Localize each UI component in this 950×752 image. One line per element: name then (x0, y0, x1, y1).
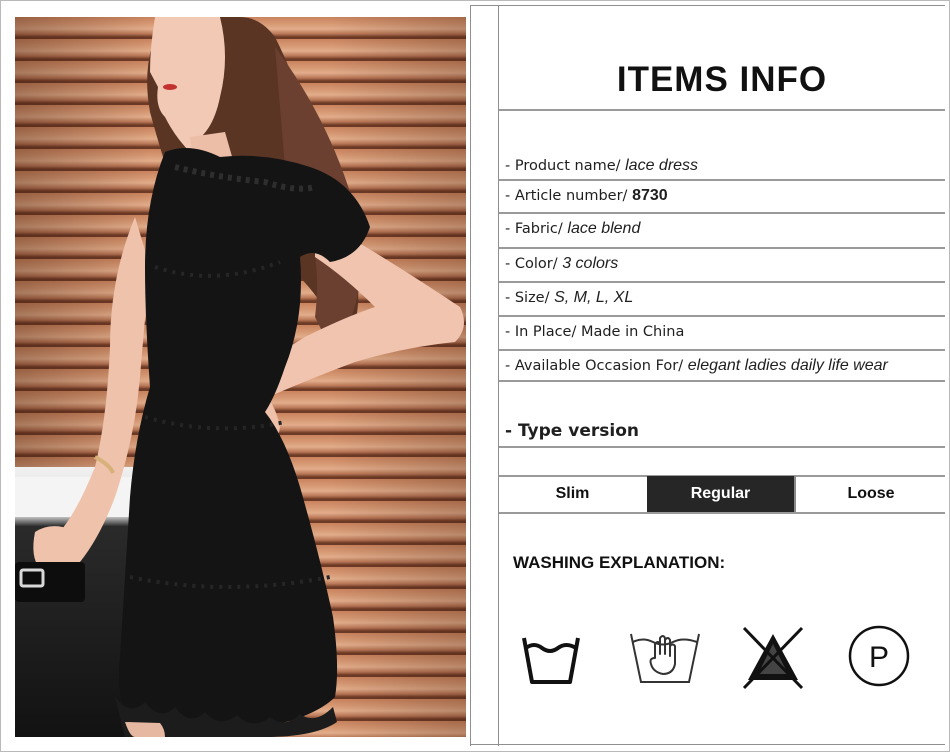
rule (499, 212, 945, 214)
spec-value: S, M, L, XL (554, 289, 634, 306)
machine-wash-icon (522, 637, 580, 684)
divider-right (498, 5, 499, 746)
rule (499, 349, 945, 351)
svg-text:P: P (869, 641, 889, 674)
model-figure (15, 17, 464, 737)
rule (499, 446, 945, 448)
professional-dry-clean-icon: P (848, 625, 910, 687)
spec-label: - Available Occasion For/ (505, 358, 688, 374)
spec-label: - Color/ (505, 256, 563, 272)
hand-wash-icon (630, 633, 700, 683)
spec-value: lace dress (625, 157, 699, 174)
rule (499, 315, 945, 317)
rule (499, 179, 945, 181)
rule (499, 247, 945, 249)
rule (499, 281, 945, 283)
spec-value: elegant ladies daily life wear (687, 357, 888, 374)
fit-option-regular: Regular (647, 476, 796, 512)
spec-label: - Size/ (505, 290, 555, 306)
washing-title: WASHING EXPLANATION: (513, 553, 726, 572)
spec-row-article-number: - Article number/ 8730 (505, 187, 668, 205)
spec-label: - Article number/ (505, 188, 633, 204)
type-version-heading: - Type version (505, 421, 639, 441)
rule (471, 5, 945, 6)
spec-value: 8730 (632, 187, 668, 204)
product-photo (15, 17, 466, 737)
spec-value: lace blend (567, 220, 641, 237)
fit-option-loose: Loose (847, 485, 895, 502)
fit-option-slim: Slim (555, 485, 590, 502)
spec-row-in-place: - In Place/ Made in China (505, 323, 684, 341)
divider-left (470, 5, 471, 746)
spec-row-occasion: - Available Occasion For/ elegant ladies… (505, 357, 888, 375)
spec-label: - In Place/ Made in China (505, 324, 685, 340)
rule (471, 744, 945, 745)
spec-value: 3 colors (562, 255, 619, 272)
items-info-title: ITEMS INFO (616, 60, 828, 99)
spec-row-size: - Size/ S, M, L, XL (505, 289, 633, 307)
spec-row-color: - Color/ 3 colors (505, 255, 618, 273)
rule (499, 380, 945, 382)
spec-row-fabric: - Fabric/ lace blend (505, 220, 640, 238)
rule (499, 512, 945, 514)
spec-label: - Product name/ (505, 158, 626, 174)
rule (499, 109, 945, 111)
do-not-bleach-icon (742, 626, 804, 690)
spec-row-product-name: - Product name/ lace dress (505, 157, 698, 175)
spec-label: - Fabric/ (505, 221, 568, 237)
